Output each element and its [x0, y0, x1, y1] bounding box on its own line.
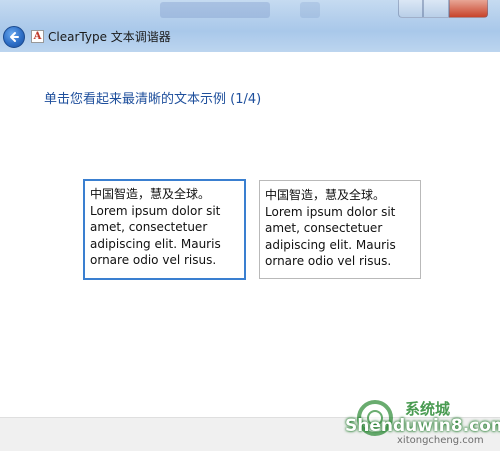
cleartype-tuner-window: A ClearType 文本调谐器 单击您看起来最清晰的文本示例 (1/4) 中… [0, 0, 500, 451]
sample-chinese-text: 中国智造，慧及全球。 [90, 187, 211, 201]
text-sample-2[interactable]: 中国智造，慧及全球。 Lorem ipsum dolor sit amet, c… [259, 180, 421, 279]
window-controls [398, 0, 488, 20]
wizard-content: 单击您看起来最清晰的文本示例 (1/4) 中国智造，慧及全球。 Lorem ip… [0, 52, 500, 417]
sample-latin-text: Lorem ipsum dolor sit amet, consectetuer… [90, 203, 221, 268]
text-sample-1[interactable]: 中国智造，慧及全球。 Lorem ipsum dolor sit amet, c… [83, 179, 246, 280]
minimize-button[interactable] [398, 0, 424, 18]
page-heading: 单击您看起来最清晰的文本示例 (1/4) [44, 92, 262, 107]
watermark-subtext: xitongcheng.com [397, 435, 484, 446]
background-blur [300, 2, 320, 18]
maximize-button[interactable] [423, 0, 449, 18]
cleartype-app-icon: A [31, 30, 44, 43]
title-bar: A ClearType 文本调谐器 [0, 0, 500, 52]
sample-latin-text: Lorem ipsum dolor sit amet, consectetuer… [265, 204, 396, 269]
back-button[interactable] [3, 26, 25, 48]
background-blur [160, 2, 270, 18]
sample-chinese-text: 中国智造，慧及全球。 [265, 188, 386, 202]
window-title: ClearType 文本调谐器 [48, 30, 171, 44]
watermark: 系统城 Shenduwin8.com xitongcheng.com [325, 388, 500, 451]
close-button[interactable] [448, 0, 488, 18]
watermark-text: Shenduwin8.com [345, 416, 500, 436]
back-arrow-icon [10, 32, 19, 42]
